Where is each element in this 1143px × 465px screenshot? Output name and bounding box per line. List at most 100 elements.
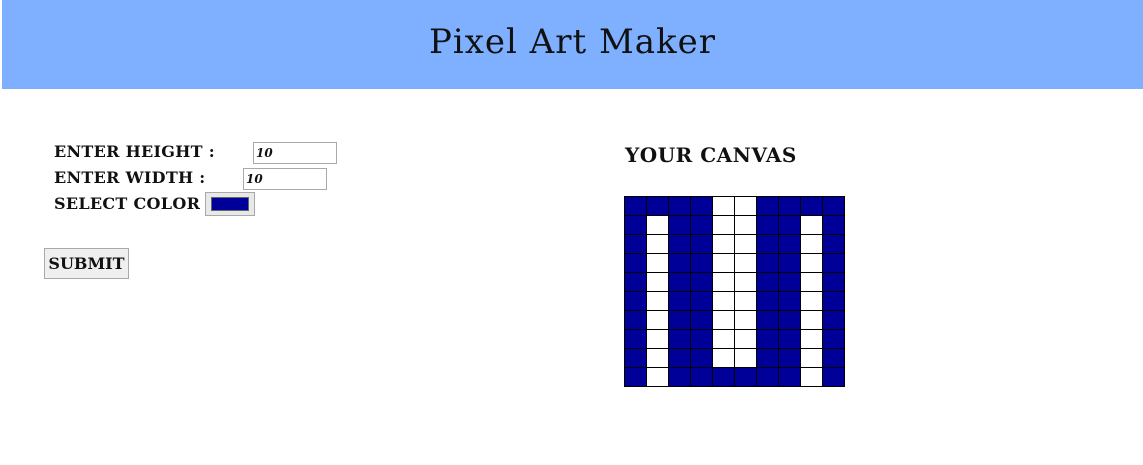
pixel-cell[interactable]	[712, 291, 735, 311]
pixel-cell[interactable]	[690, 234, 713, 254]
pixel-cell[interactable]	[734, 253, 757, 273]
pixel-cell[interactable]	[822, 329, 845, 349]
pixel-cell[interactable]	[646, 272, 669, 292]
pixel-cell[interactable]	[646, 310, 669, 330]
pixel-cell[interactable]	[712, 234, 735, 254]
pixel-cell[interactable]	[690, 348, 713, 368]
pixel-canvas[interactable]	[624, 196, 845, 387]
pixel-cell[interactable]	[800, 367, 823, 387]
pixel-cell[interactable]	[690, 310, 713, 330]
submit-button[interactable]: Submit	[44, 248, 129, 279]
pixel-cell[interactable]	[778, 348, 801, 368]
pixel-cell[interactable]	[690, 329, 713, 349]
pixel-cell[interactable]	[690, 253, 713, 273]
pixel-cell[interactable]	[778, 291, 801, 311]
pixel-cell[interactable]	[712, 272, 735, 292]
pixel-cell[interactable]	[822, 253, 845, 273]
pixel-cell[interactable]	[624, 291, 647, 311]
pixel-cell[interactable]	[646, 215, 669, 235]
pixel-cell[interactable]	[756, 291, 779, 311]
pixel-cell[interactable]	[822, 310, 845, 330]
pixel-cell[interactable]	[690, 215, 713, 235]
pixel-cell[interactable]	[690, 291, 713, 311]
color-picker[interactable]	[205, 192, 255, 216]
pixel-cell[interactable]	[668, 253, 691, 273]
pixel-cell[interactable]	[778, 272, 801, 292]
pixel-cell[interactable]	[624, 215, 647, 235]
pixel-cell[interactable]	[822, 367, 845, 387]
pixel-cell[interactable]	[668, 215, 691, 235]
height-input[interactable]	[253, 142, 337, 164]
pixel-cell[interactable]	[822, 291, 845, 311]
pixel-cell[interactable]	[734, 348, 757, 368]
pixel-cell[interactable]	[712, 310, 735, 330]
width-input[interactable]	[243, 168, 327, 190]
pixel-cell[interactable]	[734, 234, 757, 254]
pixel-cell[interactable]	[756, 310, 779, 330]
pixel-cell[interactable]	[668, 367, 691, 387]
pixel-cell[interactable]	[756, 234, 779, 254]
pixel-cell[interactable]	[778, 367, 801, 387]
pixel-cell[interactable]	[646, 367, 669, 387]
pixel-cell[interactable]	[646, 253, 669, 273]
pixel-cell[interactable]	[668, 196, 691, 216]
pixel-cell[interactable]	[800, 329, 823, 349]
pixel-cell[interactable]	[778, 234, 801, 254]
pixel-cell[interactable]	[646, 291, 669, 311]
pixel-cell[interactable]	[778, 196, 801, 216]
pixel-cell[interactable]	[690, 196, 713, 216]
pixel-cell[interactable]	[668, 329, 691, 349]
pixel-cell[interactable]	[800, 272, 823, 292]
pixel-cell[interactable]	[712, 215, 735, 235]
pixel-cell[interactable]	[800, 234, 823, 254]
pixel-cell[interactable]	[624, 367, 647, 387]
pixel-cell[interactable]	[646, 196, 669, 216]
pixel-cell[interactable]	[690, 272, 713, 292]
pixel-cell[interactable]	[624, 234, 647, 254]
pixel-cell[interactable]	[778, 215, 801, 235]
pixel-cell[interactable]	[778, 253, 801, 273]
pixel-cell[interactable]	[822, 196, 845, 216]
pixel-cell[interactable]	[624, 348, 647, 368]
pixel-cell[interactable]	[624, 196, 647, 216]
pixel-cell[interactable]	[668, 291, 691, 311]
pixel-cell[interactable]	[822, 234, 845, 254]
pixel-cell[interactable]	[756, 196, 779, 216]
pixel-cell[interactable]	[822, 215, 845, 235]
pixel-cell[interactable]	[734, 310, 757, 330]
pixel-cell[interactable]	[800, 196, 823, 216]
pixel-cell[interactable]	[712, 348, 735, 368]
pixel-cell[interactable]	[712, 367, 735, 387]
pixel-cell[interactable]	[690, 367, 713, 387]
pixel-cell[interactable]	[646, 348, 669, 368]
pixel-cell[interactable]	[778, 310, 801, 330]
pixel-cell[interactable]	[756, 367, 779, 387]
pixel-cell[interactable]	[778, 329, 801, 349]
pixel-cell[interactable]	[734, 291, 757, 311]
pixel-cell[interactable]	[734, 196, 757, 216]
pixel-cell[interactable]	[624, 329, 647, 349]
pixel-cell[interactable]	[800, 310, 823, 330]
pixel-cell[interactable]	[734, 367, 757, 387]
pixel-cell[interactable]	[712, 329, 735, 349]
pixel-cell[interactable]	[734, 215, 757, 235]
pixel-cell[interactable]	[800, 253, 823, 273]
pixel-cell[interactable]	[800, 348, 823, 368]
pixel-cell[interactable]	[624, 310, 647, 330]
pixel-cell[interactable]	[646, 234, 669, 254]
pixel-cell[interactable]	[734, 272, 757, 292]
pixel-cell[interactable]	[668, 310, 691, 330]
pixel-cell[interactable]	[646, 329, 669, 349]
pixel-cell[interactable]	[712, 253, 735, 273]
pixel-cell[interactable]	[822, 272, 845, 292]
pixel-cell[interactable]	[756, 253, 779, 273]
pixel-cell[interactable]	[800, 291, 823, 311]
pixel-cell[interactable]	[668, 272, 691, 292]
pixel-cell[interactable]	[734, 329, 757, 349]
pixel-cell[interactable]	[668, 234, 691, 254]
pixel-cell[interactable]	[756, 329, 779, 349]
pixel-cell[interactable]	[624, 253, 647, 273]
pixel-cell[interactable]	[756, 348, 779, 368]
pixel-cell[interactable]	[668, 348, 691, 368]
pixel-cell[interactable]	[756, 215, 779, 235]
